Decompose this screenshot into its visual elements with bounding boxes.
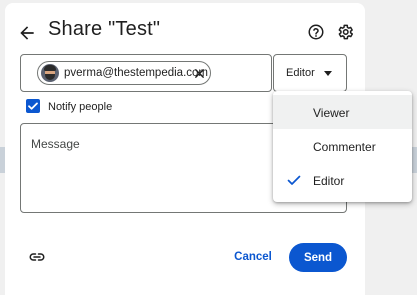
gear-icon[interactable]	[336, 23, 354, 41]
check-icon	[28, 102, 38, 110]
add-people-input[interactable]: pverma@thestempedia.com	[20, 54, 272, 92]
menu-item-viewer[interactable]: Viewer	[273, 95, 412, 129]
send-button[interactable]: Send	[289, 243, 347, 272]
role-select-value: Editor	[286, 67, 315, 79]
help-icon[interactable]	[307, 23, 325, 41]
cancel-button[interactable]: Cancel	[227, 244, 279, 270]
menu-item-label: Commenter	[313, 140, 376, 154]
recipient-chip[interactable]: pverma@thestempedia.com	[37, 61, 211, 85]
link-icon[interactable]	[28, 248, 46, 266]
avatar	[41, 64, 59, 82]
recipient-email: pverma@thestempedia.com	[64, 67, 208, 79]
notify-people-label: Notify people	[48, 101, 113, 113]
close-icon[interactable]	[194, 68, 205, 79]
back-arrow-icon[interactable]	[17, 23, 37, 43]
menu-item-commenter[interactable]: Commenter	[273, 129, 412, 163]
menu-item-label: Editor	[313, 174, 345, 188]
chevron-down-icon	[324, 71, 332, 76]
menu-item-label: Viewer	[313, 106, 350, 120]
notify-people-checkbox[interactable]	[26, 99, 40, 113]
message-placeholder: Message	[31, 137, 80, 151]
menu-item-editor[interactable]: Editor	[273, 163, 412, 197]
checkmark-icon	[287, 175, 301, 185]
role-dropdown-menu: Viewer Commenter Editor	[273, 91, 412, 202]
role-select[interactable]: Editor	[273, 54, 347, 92]
dialog-title: Share "Test"	[48, 18, 161, 40]
